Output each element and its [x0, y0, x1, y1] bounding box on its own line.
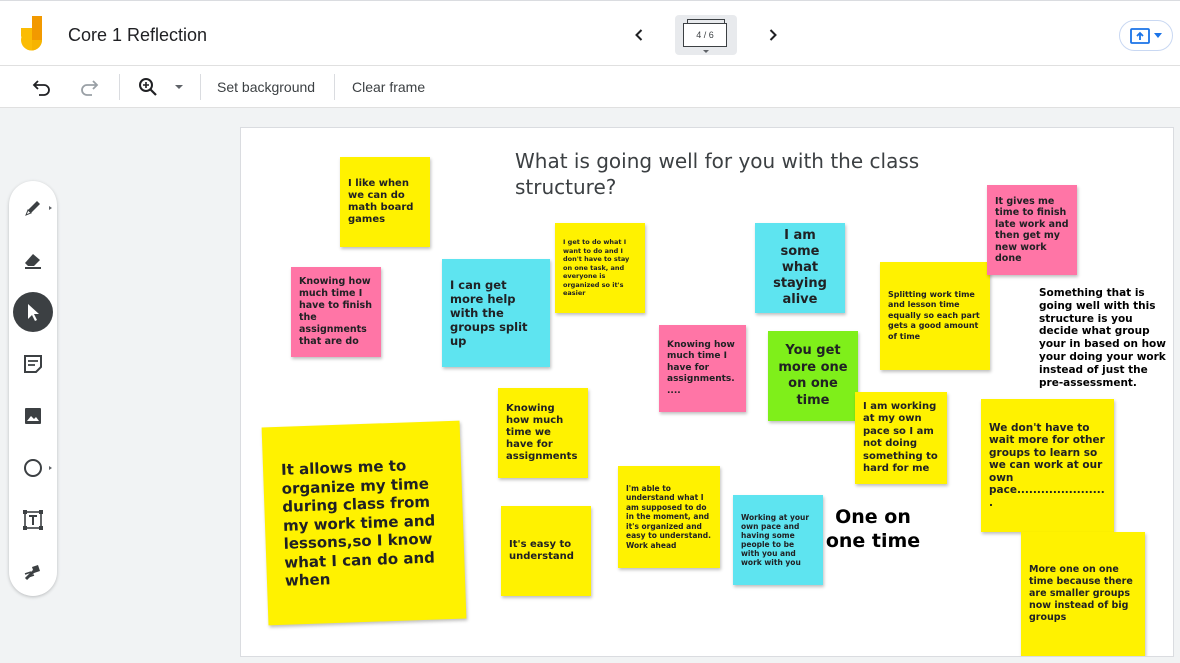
free-text-content: One on one time: [825, 506, 921, 552]
sticky-note[interactable]: More one on one time because there are s…: [1021, 532, 1145, 656]
laser-pointer-icon: [24, 565, 40, 581]
image-icon: [25, 408, 41, 424]
sticky-note-text: I can get more help with the groups spli…: [450, 278, 528, 348]
sticky-note-text: You get more one on one time: [778, 343, 848, 408]
sticky-note[interactable]: We don't have to wait more for other gro…: [981, 399, 1114, 532]
document-title[interactable]: Core 1 Reflection: [68, 25, 207, 46]
tool-palette: [9, 181, 57, 596]
add-image-tool[interactable]: [13, 396, 53, 436]
sticky-note[interactable]: I like when we can do math board games: [340, 157, 430, 247]
laser-tool[interactable]: [13, 552, 53, 592]
sticky-note-text: We don't have to wait more for other gro…: [989, 421, 1105, 509]
sticky-note-icon: [24, 355, 42, 373]
sticky-note[interactable]: It gives me time to finish late work and…: [987, 185, 1077, 275]
sticky-note-text: Working at your own pace and having some…: [741, 513, 810, 567]
share-button[interactable]: [1119, 20, 1173, 51]
clear-frame-button[interactable]: Clear frame: [352, 75, 425, 99]
circle-tool[interactable]: [13, 448, 53, 488]
board-title[interactable]: What is going well for you with the clas…: [515, 148, 935, 200]
zoom-dropdown-button[interactable]: [172, 75, 186, 99]
chevron-right-icon: [769, 29, 777, 41]
sticky-note-text: I am working at my own pace so I am not …: [863, 400, 938, 475]
select-tool[interactable]: [13, 292, 53, 332]
text-box-icon: [23, 510, 43, 530]
next-frame-button[interactable]: [759, 21, 787, 49]
frame-indicator[interactable]: 4 / 6: [675, 15, 737, 55]
sticky-note-text: It allows me to organize my time during …: [280, 456, 436, 591]
toolbar-divider: [119, 74, 120, 100]
zoom-button[interactable]: [136, 75, 160, 99]
sticky-note-text: I am some what staying alive: [773, 228, 827, 307]
sticky-note[interactable]: I get to do what I want to do and I don'…: [555, 223, 645, 313]
sticky-note-text: It gives me time to finish late work and…: [995, 195, 1069, 265]
sticky-note[interactable]: It allows me to organize my time during …: [261, 420, 467, 626]
submenu-arrow-icon: [49, 206, 52, 210]
undo-icon: [32, 80, 50, 96]
caret-down-icon: [1154, 32, 1162, 38]
sticky-note-text: I like when we can do math board games: [348, 178, 414, 225]
free-text-content: Something that is going well with this s…: [1039, 287, 1166, 389]
pen-icon: [25, 201, 40, 216]
jamboard-logo: [21, 16, 43, 51]
sticky-note-text: More one on one time because there are s…: [1029, 564, 1133, 623]
sticky-note[interactable]: Knowing how much time we have for assign…: [498, 388, 588, 478]
top-bar: Core 1 Reflection 4 / 6: [0, 0, 1180, 66]
chevron-left-icon: [635, 29, 643, 41]
sticky-note-text: It's easy to understand: [509, 539, 574, 562]
sticky-note-text: I get to do what I want to do and I don'…: [563, 238, 630, 298]
sticky-note-tool[interactable]: [13, 344, 53, 384]
undo-button[interactable]: [30, 75, 54, 99]
cursor-arrow-icon: [28, 304, 39, 321]
sticky-note[interactable]: You get more one on one time: [768, 331, 858, 421]
sticky-note[interactable]: I am some what staying alive: [755, 223, 845, 313]
caret-down-icon: [703, 50, 709, 53]
free-text-box[interactable]: One on one time: [821, 506, 925, 553]
redo-icon: [81, 80, 99, 96]
sticky-note[interactable]: Knowing how much time I have to finish t…: [291, 267, 381, 357]
set-background-button[interactable]: Set background: [217, 75, 315, 99]
toolbar-divider: [334, 74, 335, 100]
sticky-note[interactable]: Splitting work time and lesson time equa…: [880, 262, 990, 370]
caret-down-icon: [175, 84, 183, 89]
eraser-tool[interactable]: [13, 240, 53, 280]
sticky-note-text: I'm able to understand what I am suppose…: [626, 483, 711, 550]
circle-icon: [24, 459, 42, 477]
zoom-icon: [139, 78, 157, 96]
sticky-note-text: Knowing how much time I have for assignm…: [667, 339, 735, 396]
sticky-note-text: Splitting work time and lesson time equa…: [888, 289, 980, 341]
previous-frame-button[interactable]: [625, 21, 653, 49]
sticky-note[interactable]: I can get more help with the groups spli…: [442, 259, 550, 367]
eraser-icon: [25, 254, 41, 269]
upload-icon: [1130, 27, 1150, 44]
toolbar: Set background Clear frame: [0, 66, 1180, 108]
frame-count: 4 / 6: [683, 23, 727, 47]
sticky-note[interactable]: I am working at my own pace so I am not …: [855, 392, 947, 484]
text-box-tool[interactable]: [13, 500, 53, 540]
sticky-note[interactable]: It's easy to understand: [501, 506, 591, 596]
free-text-box[interactable]: Something that is going well with this s…: [1039, 287, 1167, 389]
submenu-arrow-icon: [49, 466, 52, 470]
sticky-note[interactable]: Knowing how much time I have for assignm…: [659, 325, 746, 412]
toolbar-divider: [200, 74, 201, 100]
sticky-note[interactable]: Working at your own pace and having some…: [733, 495, 823, 585]
redo-button[interactable]: [77, 75, 101, 99]
sticky-note-text: Knowing how much time I have to finish t…: [299, 276, 372, 347]
sticky-note[interactable]: I'm able to understand what I am suppose…: [618, 466, 720, 568]
jamboard-canvas[interactable]: What is going well for you with the clas…: [240, 127, 1174, 657]
pen-tool[interactable]: [13, 188, 53, 228]
sticky-note-text: Knowing how much time we have for assign…: [506, 403, 578, 462]
